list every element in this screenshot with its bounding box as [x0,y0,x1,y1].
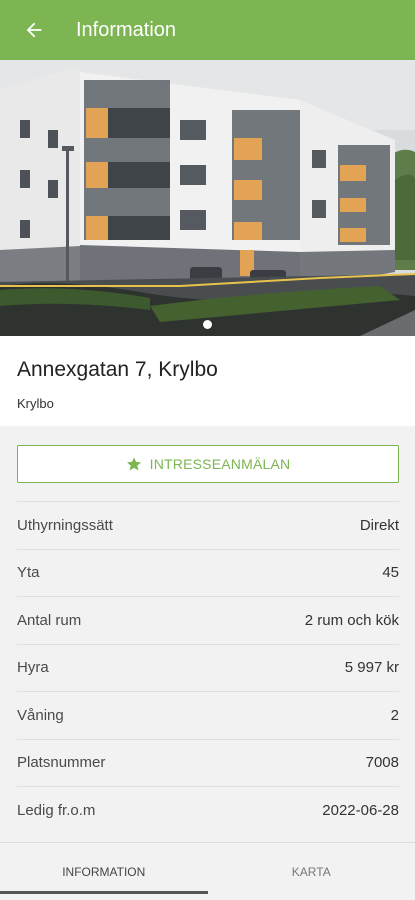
detail-label: Antal rum [17,611,82,629]
detail-label: Våning [17,706,64,724]
detail-value: 7008 [365,754,399,772]
tab-information[interactable]: INFORMATION [0,843,208,900]
interest-button[interactable]: INTRESSEANMÄLAN [17,445,399,483]
detail-value: 2 rum och kök [304,611,399,629]
detail-label: Yta [17,564,40,582]
detail-value: 5 997 kr [344,659,399,677]
detail-value: Direkt [359,516,399,534]
detail-value: 2022-06-28 [322,801,399,819]
tab-map[interactable]: KARTA [208,843,415,900]
bottom-navigation: INFORMATION KARTA [0,842,415,900]
back-button[interactable] [0,0,68,60]
detail-label: Hyra [17,659,49,677]
detail-row-available-from: Ledig fr.o.m 2022-06-28 [17,786,399,834]
building-illustration [0,60,415,336]
property-address: Annexgatan 7, Krylbo [17,358,218,381]
property-header: Annexgatan 7, Krylbo Krylbo [0,336,415,426]
detail-row-place-number: Platsnummer 7008 [17,738,399,787]
detail-label: Platsnummer [17,754,106,772]
detail-row-rent: Hyra 5 997 kr [17,643,399,692]
property-photo[interactable] [0,60,415,336]
detail-value: 45 [382,564,399,582]
details-list: Uthyrningssätt Direkt Yta 45 Antal rum 2… [17,501,399,834]
gallery-dot[interactable] [203,320,212,329]
detail-row-area: Yta 45 [17,548,399,597]
arrow-left-icon [26,22,42,38]
detail-value: 2 [390,706,399,724]
app-bar: Information [0,0,415,60]
interest-button-label: INTRESSEANMÄLAN [149,456,291,472]
detail-row-rooms: Antal rum 2 rum och kök [17,596,399,644]
property-city: Krylbo [17,396,54,411]
detail-row-rental-type: Uthyrningssätt Direkt [17,501,399,549]
star-icon [126,457,141,471]
app-screen: Information Annexgatan 7, Krylbo Krylbo … [0,0,415,900]
detail-row-floor: Våning 2 [17,691,399,739]
detail-label: Ledig fr.o.m [17,801,96,819]
details-section: INTRESSEANMÄLAN Uthyrningssätt Direkt Yt… [0,426,415,842]
detail-label: Uthyrningssätt [17,516,113,534]
page-title: Information [76,18,177,41]
